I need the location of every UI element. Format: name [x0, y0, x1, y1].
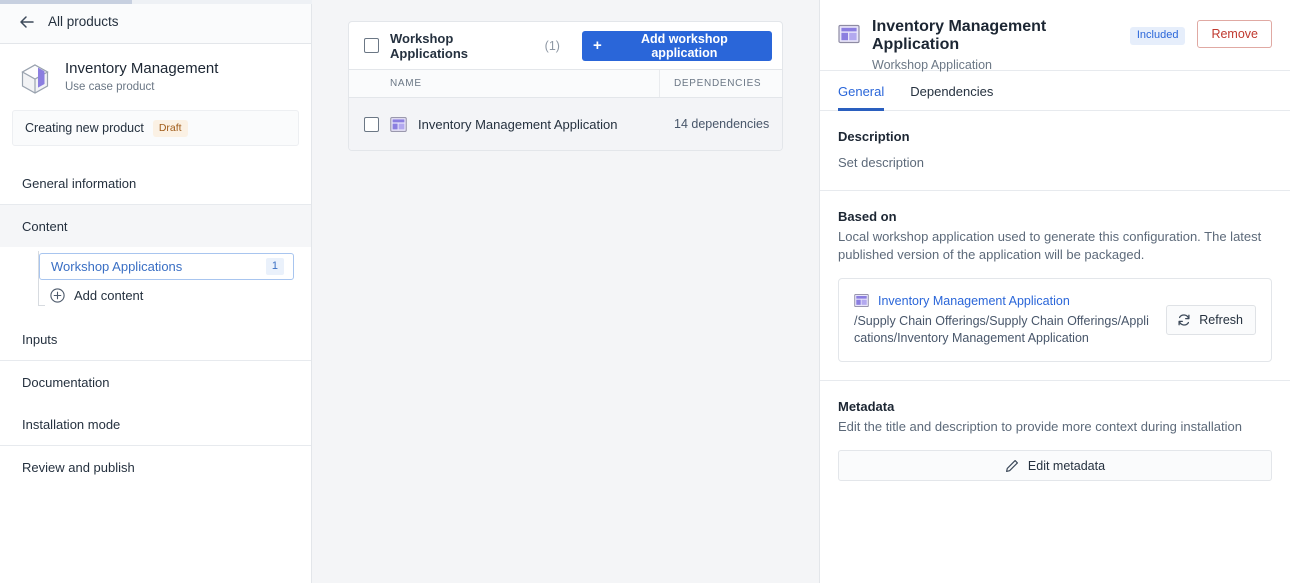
sidebar-item-content[interactable]: Content [0, 205, 311, 247]
metadata-section: Metadata Edit the title and description … [820, 381, 1290, 481]
back-to-all-products[interactable]: All products [0, 0, 311, 44]
tab-general[interactable]: General [838, 84, 885, 111]
card-title: Workshop Applications [390, 30, 469, 61]
card-count: (1) [544, 38, 560, 53]
row-name-label: Inventory Management Application [418, 116, 618, 132]
add-content-button[interactable]: Add content [39, 280, 311, 310]
product-subtitle: Use case product [65, 81, 155, 93]
subnav-rail-foot [38, 305, 45, 306]
workshop-application-icon [390, 116, 407, 132]
plus-circle-icon [50, 287, 65, 303]
based-on-card: Inventory Management Application /Supply… [838, 278, 1272, 362]
content-subnav: Workshop Applications 1 Add content [0, 247, 311, 318]
details-tabs: General Dependencies [820, 71, 1290, 111]
product-status-text: Creating new product [25, 121, 144, 135]
sidebar-item-installation-mode[interactable]: Installation mode [0, 403, 311, 445]
refresh-button[interactable]: Refresh [1166, 305, 1256, 335]
based-on-info: Inventory Management Application /Supply… [854, 293, 1154, 347]
sidebar-item-label: Review and publish [22, 459, 135, 475]
product-status-box: Creating new product Draft [12, 110, 299, 146]
card-header: Workshop Applications (1) + Add workshop… [349, 22, 782, 69]
add-workshop-application-button[interactable]: + Add workshop application [581, 30, 772, 61]
metadata-help: Edit the title and description to provid… [838, 419, 1242, 434]
status-badge: Included [1129, 27, 1186, 45]
sidebar-item-inputs[interactable]: Inputs [0, 318, 311, 360]
based-on-section: Based on Local workshop application used… [820, 191, 1290, 381]
sidebar-nav: General information Content Workshop App… [0, 162, 311, 488]
remove-button[interactable]: Remove [1197, 20, 1272, 48]
refresh-icon [1178, 314, 1190, 326]
based-on-app-link[interactable]: Inventory Management Application [878, 294, 1070, 308]
select-all-checkbox[interactable] [364, 38, 379, 53]
details-panel: Inventory Management Application Include… [820, 0, 1290, 583]
description-section: Description Set description [820, 111, 1290, 191]
sidebar-subitem-label: Workshop Applications [51, 259, 183, 274]
sidebar-item-label: Content [22, 218, 68, 234]
cell-name: Inventory Management Application [349, 116, 660, 133]
based-on-path: /Supply Chain Offerings/Supply Chain Off… [854, 314, 1149, 345]
sidebar-item-label: Inputs [22, 331, 58, 347]
sidebar-item-documentation[interactable]: Documentation [0, 361, 311, 403]
add-content-label: Add content [74, 287, 144, 303]
description-heading: Description [838, 129, 910, 144]
sidebar-horizontal-scrollbar[interactable] [0, 0, 132, 4]
details-header: Inventory Management Application Include… [820, 0, 1290, 72]
sidebar-item-label: Installation mode [22, 416, 121, 432]
add-workshop-application-label: Add workshop application [640, 31, 728, 60]
product-header: Inventory Management Use case product [0, 44, 311, 96]
based-on-title-line: Inventory Management Application [854, 293, 1154, 308]
refresh-label: Refresh [1199, 313, 1243, 327]
sidebar-item-general-information[interactable]: General information [0, 162, 311, 204]
tab-dependencies[interactable]: Dependencies [910, 84, 993, 111]
sidebar-subitem-count: 1 [265, 258, 284, 275]
subnav-rail [38, 251, 39, 306]
based-on-heading: Based on [838, 209, 897, 224]
page-title: Inventory Management Application [872, 18, 1047, 53]
app-root: All products Inventory Management Use ca… [0, 0, 1290, 583]
table-row[interactable]: Inventory Management Application 14 depe… [349, 98, 782, 150]
row-checkbox[interactable] [364, 116, 379, 132]
sidebar-item-review-and-publish[interactable]: Review and publish [0, 446, 311, 488]
arrow-left-icon [20, 15, 34, 28]
metadata-heading: Metadata [838, 399, 895, 414]
description-value[interactable]: Set description [838, 154, 1272, 172]
product-box-icon [21, 64, 49, 94]
draft-badge: Draft [152, 119, 188, 137]
product-name: Inventory Management [65, 60, 219, 77]
sidebar-item-label: General information [22, 175, 137, 191]
details-subtitle: Workshop Application [872, 58, 992, 72]
details-title-line: Inventory Management Application Include… [872, 18, 1186, 54]
sidebar: All products Inventory Management Use ca… [0, 0, 312, 583]
center-panel: Workshop Applications (1) + Add workshop… [312, 0, 820, 583]
back-label: All products [48, 14, 119, 29]
cell-dependencies: 14 dependencies [674, 117, 770, 131]
column-header-name: NAME [349, 70, 660, 97]
sidebar-item-workshop-applications[interactable]: Workshop Applications 1 [39, 253, 294, 280]
table-header-row: NAME DEPENDENCIES [349, 69, 782, 98]
column-header-dependencies: DEPENDENCIES [674, 78, 762, 89]
workshop-applications-card: Workshop Applications (1) + Add workshop… [348, 21, 783, 151]
edit-metadata-label: Edit metadata [1027, 458, 1106, 473]
workshop-application-icon [838, 24, 860, 44]
plus-icon: + [592, 37, 602, 54]
pencil-icon [1005, 459, 1018, 472]
based-on-help: Local workshop application used to gener… [838, 229, 1262, 262]
sidebar-item-label: Documentation [22, 374, 110, 390]
workshop-application-icon [854, 293, 869, 308]
edit-metadata-button[interactable]: Edit metadata [838, 450, 1272, 481]
